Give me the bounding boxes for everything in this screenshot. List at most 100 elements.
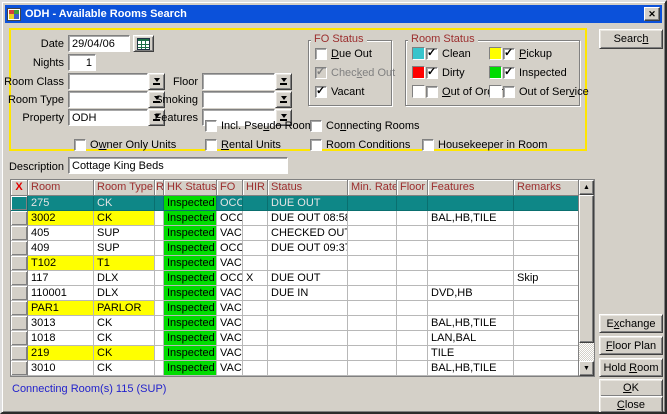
housekeeper-in-room-checkbox[interactable] — [422, 139, 434, 151]
out-of-order-checkbox[interactable] — [426, 86, 438, 98]
row-selector — [11, 361, 28, 376]
rental-units-checkbox[interactable] — [205, 139, 217, 151]
available-rooms-search-dialog: ODH - Available Rooms Search ✕ Date Nigh… — [0, 0, 667, 414]
checkbox-checked-out[interactable]: Checked Out — [315, 66, 395, 79]
column-header-r: R — [155, 180, 164, 196]
table-row[interactable]: 3010CKInspectedVACBAL,HB,TILE — [11, 361, 578, 376]
checkbox-clean[interactable]: Clean — [412, 47, 471, 60]
cell-r — [155, 286, 164, 301]
due-out-checkbox[interactable] — [315, 48, 327, 60]
cell-fo: VAC — [217, 301, 243, 316]
hold-room-button[interactable]: Hold Room — [599, 358, 663, 377]
room-class-input[interactable] — [68, 73, 148, 90]
checkbox-inspected[interactable]: Inspected — [489, 66, 567, 79]
scrollbar-thumb[interactable] — [579, 195, 594, 343]
cell-room-type: CK — [94, 211, 155, 226]
cell-hir: X — [243, 271, 268, 286]
calendar-icon[interactable] — [133, 35, 154, 52]
table-row[interactable]: 110001DLXInspectedVACDUE INDVD,HB — [11, 286, 578, 301]
cell-status — [268, 346, 348, 361]
rooms-table: XRoomRoom TypeRHK StatusFOHIRStatusMin. … — [10, 179, 595, 377]
out-of-service-checkbox[interactable] — [503, 86, 515, 98]
cell-room: 3010 — [28, 361, 94, 376]
cell-r — [155, 226, 164, 241]
cell-floor — [397, 271, 428, 286]
cell-remarks — [514, 286, 578, 301]
date-input[interactable] — [68, 35, 130, 52]
cell-room: 3013 — [28, 316, 94, 331]
table-row[interactable]: 3013CKInspectedVACBAL,HB,TILE — [11, 316, 578, 331]
search-button[interactable]: Search — [599, 29, 663, 49]
room-conditions-checkbox[interactable] — [310, 139, 322, 151]
clean-checkbox[interactable] — [426, 48, 438, 60]
incl-pseudo-rooms-checkbox[interactable] — [205, 120, 217, 132]
checkbox-vacant[interactable]: Vacant — [315, 85, 364, 98]
connecting-rooms-checkbox[interactable] — [310, 120, 322, 132]
vertical-scrollbar[interactable]: ▲ ▼ — [578, 180, 594, 376]
table-row[interactable]: 3002CKInspectedOCCDUE OUT 08:58BAL,HB,TI… — [11, 211, 578, 226]
checkbox-rental-units[interactable]: Rental Units — [205, 138, 281, 151]
owner-only-units-checkbox[interactable] — [74, 139, 86, 151]
vacant-checkbox[interactable] — [315, 86, 327, 98]
cell-room-type: CK — [94, 316, 155, 331]
inspected-checkbox[interactable] — [503, 67, 515, 79]
table-row[interactable]: 275CKInspectedOCCDUE OUT — [11, 196, 578, 211]
scroll-up-icon[interactable]: ▲ — [579, 180, 594, 195]
checkbox-dirty[interactable]: Dirty — [412, 66, 465, 79]
row-selector — [11, 316, 28, 331]
cell-features — [428, 301, 514, 316]
floor-dropdown-icon[interactable] — [275, 73, 292, 90]
checkbox-owner-only-units[interactable]: Owner Only Units — [74, 138, 176, 151]
room-type-input[interactable] — [68, 91, 148, 108]
close-button[interactable]: Close — [599, 396, 663, 413]
smoking-dropdown-icon[interactable] — [275, 91, 292, 108]
cell-status: DUE IN — [268, 286, 348, 301]
cell-remarks — [514, 256, 578, 271]
cell-r — [155, 331, 164, 346]
table-row[interactable]: 117DLXInspectedOCCXDUE OUTSkip — [11, 271, 578, 286]
cell-hk-status: Inspected — [164, 331, 217, 346]
checkbox-out-of-service[interactable]: Out of Service — [489, 85, 589, 98]
table-row[interactable]: 409SUPInspectedOCCDUE OUT 09:37 — [11, 241, 578, 256]
table-row[interactable]: 219CKInspectedVACTILE — [11, 346, 578, 361]
table-row[interactable]: 1018CKInspectedVACLAN,BAL — [11, 331, 578, 346]
checkbox-due-out[interactable]: Due Out — [315, 47, 372, 60]
ok-button[interactable]: OK — [599, 379, 663, 397]
table-row[interactable]: 405SUPInspectedVACCHECKED OUT — [11, 226, 578, 241]
cell-floor — [397, 226, 428, 241]
exchange-button[interactable]: Exchange — [599, 314, 663, 333]
column-header-min-rate: Min. Rate — [348, 180, 397, 196]
cell-room-type: DLX — [94, 286, 155, 301]
column-header-room: Room — [28, 180, 94, 196]
titlebar[interactable]: ODH - Available Rooms Search ✕ — [5, 5, 662, 23]
out-of-service-color-swatch — [489, 85, 502, 98]
table-row[interactable]: T102T1InspectedVAC — [11, 256, 578, 271]
nights-input[interactable] — [68, 54, 96, 71]
cell-fo: VAC — [217, 226, 243, 241]
property-input[interactable] — [68, 109, 148, 126]
floor-input[interactable] — [202, 73, 275, 90]
cell-min-rate — [348, 316, 397, 331]
floor-plan-button[interactable]: Floor Plan — [599, 336, 663, 355]
checkbox-pickup[interactable]: Pickup — [489, 47, 552, 60]
table-row[interactable]: PAR1PARLORInspectedVAC — [11, 301, 578, 316]
cell-hk-status: Inspected — [164, 256, 217, 271]
checkbox-housekeeper-in-room[interactable]: Housekeeper in Room — [422, 138, 547, 151]
pickup-checkbox[interactable] — [503, 48, 515, 60]
cell-features: TILE — [428, 346, 514, 361]
smoking-input[interactable] — [202, 91, 275, 108]
scroll-down-icon[interactable]: ▼ — [579, 361, 594, 376]
close-icon[interactable]: ✕ — [644, 7, 660, 21]
checkbox-incl-pseudo-rooms[interactable]: Incl. Pseudo Rooms — [205, 119, 319, 132]
cell-status: CHECKED OUT — [268, 226, 348, 241]
cell-hk-status: Inspected — [164, 241, 217, 256]
cell-remarks — [514, 331, 578, 346]
cell-features: BAL,HB,TILE — [428, 316, 514, 331]
cell-room-type: CK — [94, 361, 155, 376]
checkbox-room-conditions[interactable]: Room Conditions — [310, 138, 410, 151]
checkbox-connecting-rooms[interactable]: Connecting Rooms — [310, 119, 420, 132]
cell-room: 117 — [28, 271, 94, 286]
dirty-checkbox[interactable] — [426, 67, 438, 79]
description-input[interactable] — [68, 157, 288, 174]
checked-out-checkbox[interactable] — [315, 67, 327, 79]
